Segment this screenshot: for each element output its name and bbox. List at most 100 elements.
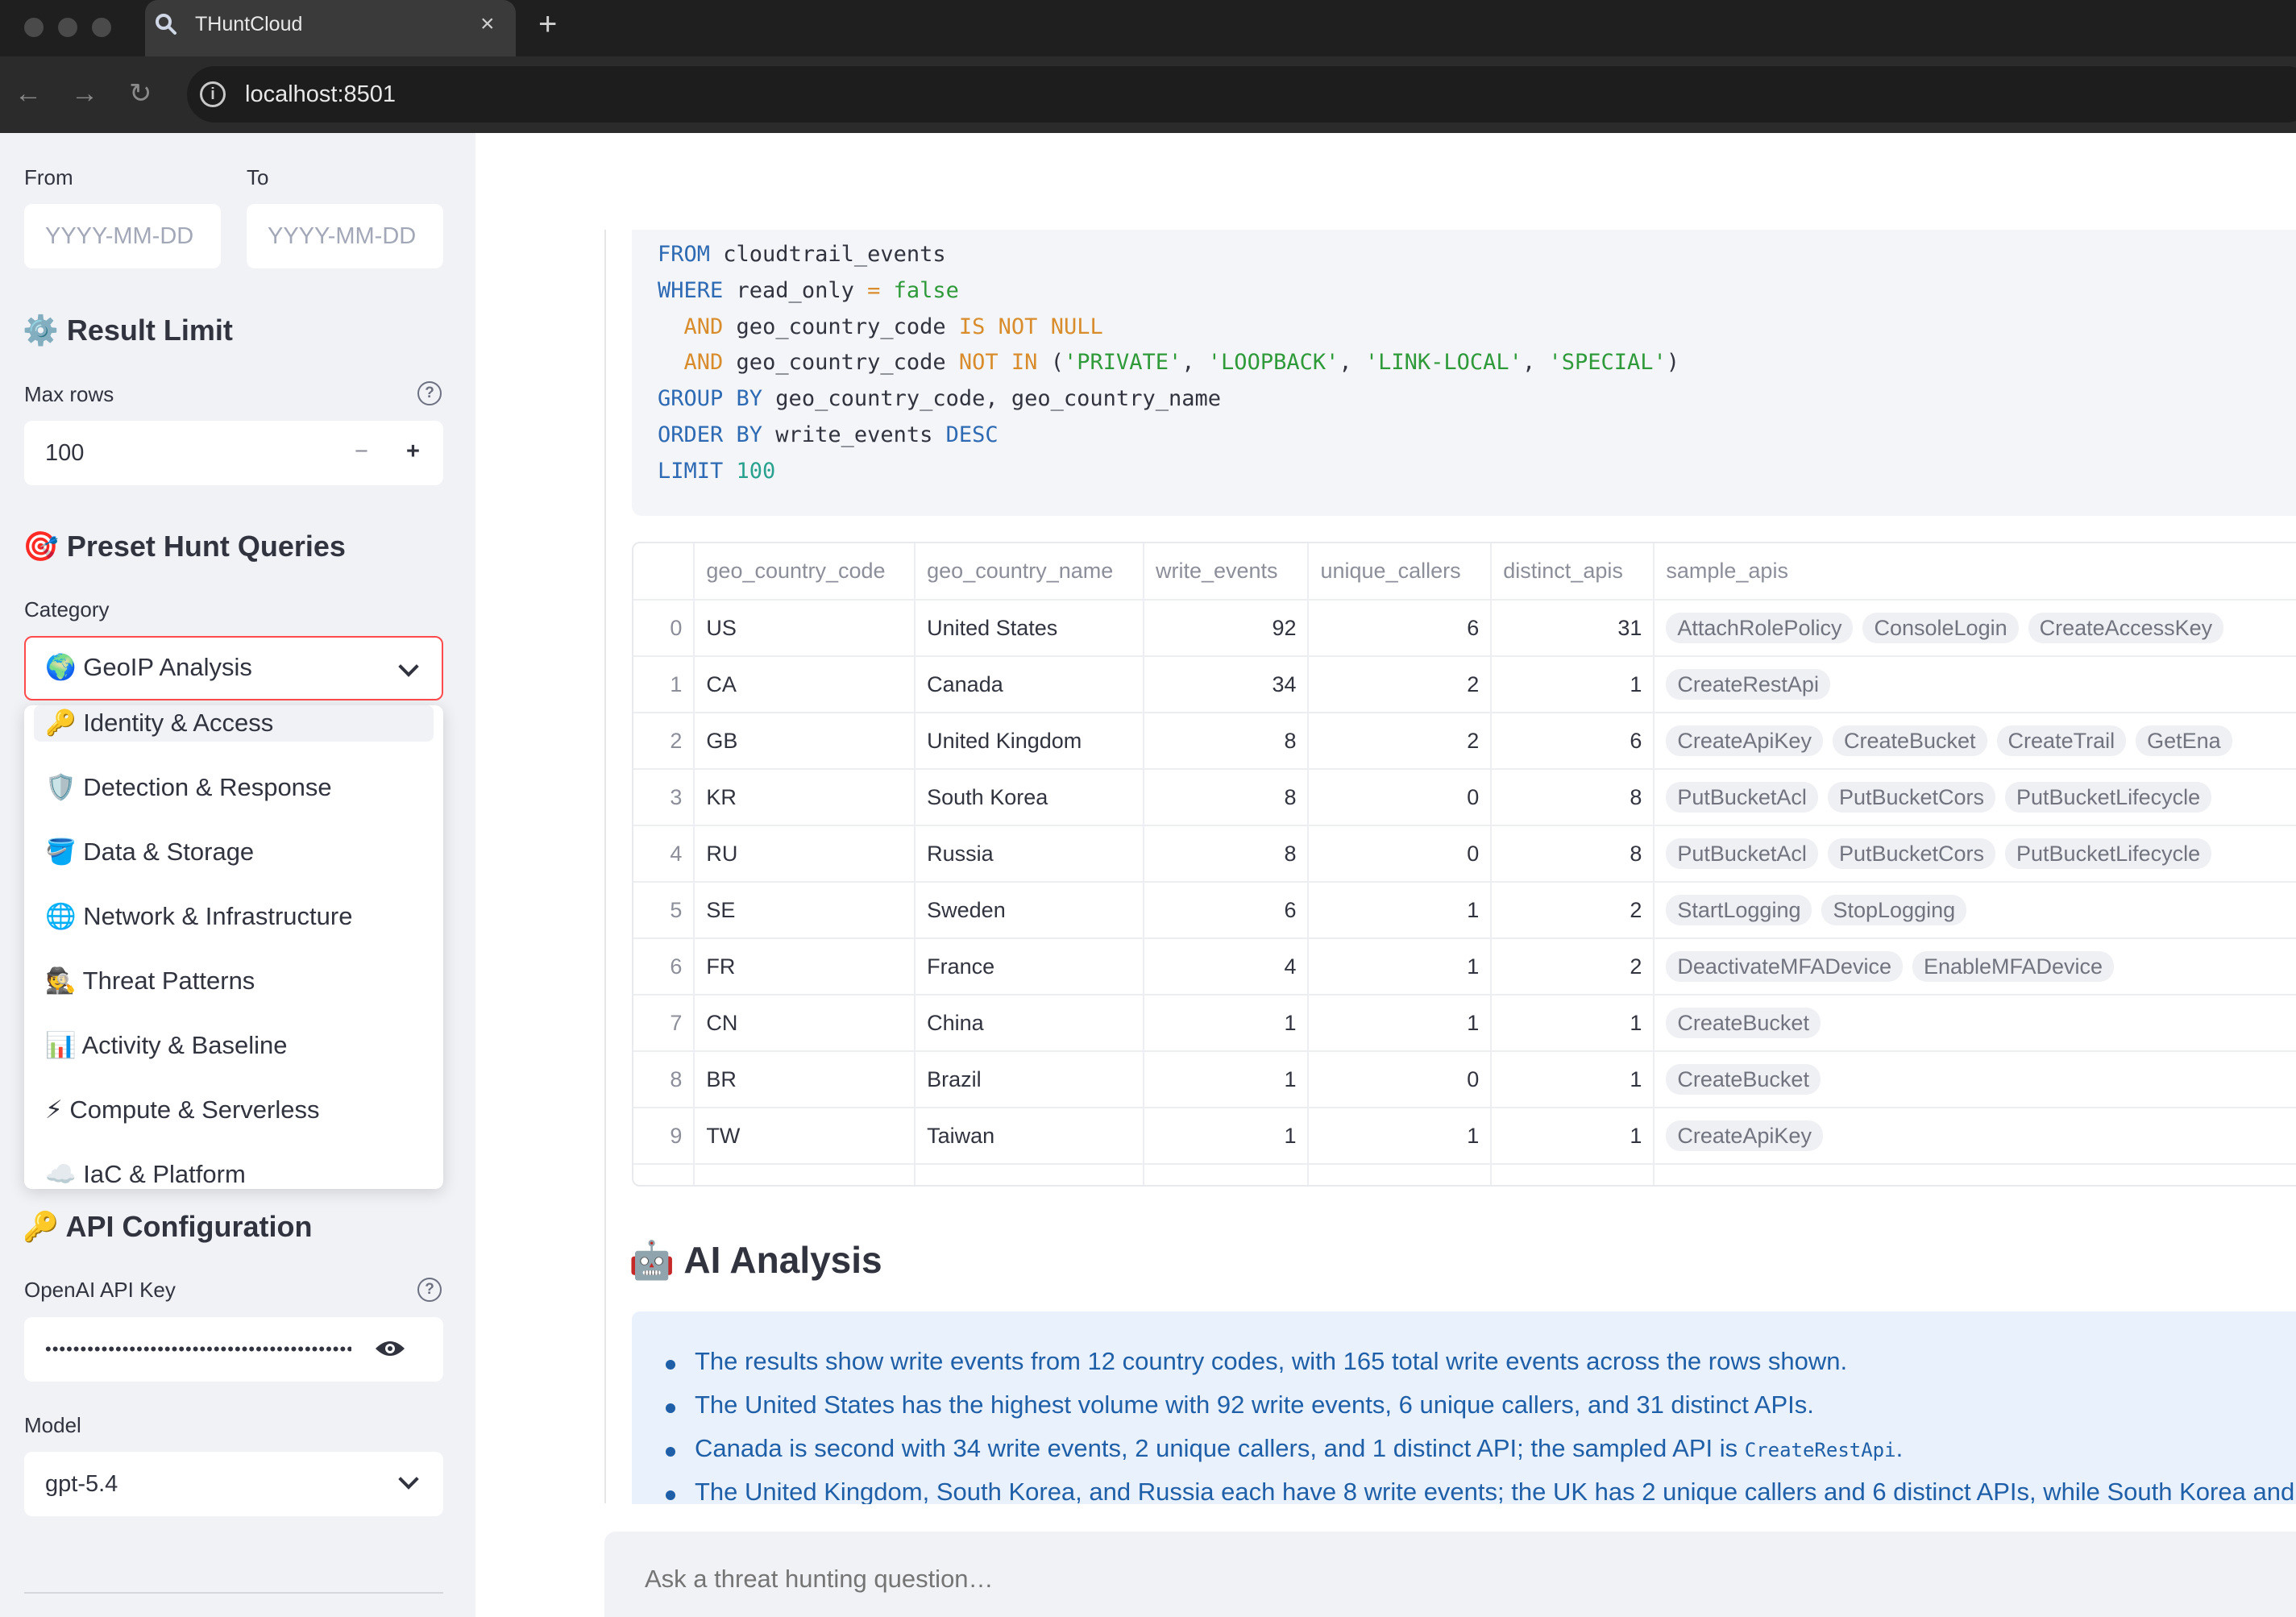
- table-row[interactable]: 2 GB United Kingdom 8 2 6 CreateApiKey CreateBu…: [633, 713, 2296, 770]
- cell-distinct-apis[interactable]: 1: [1491, 656, 1655, 713]
- cell-distinct-apis[interactable]: 8: [1491, 769, 1655, 826]
- api-key-help-icon[interactable]: ?: [417, 1278, 442, 1302]
- cell-unique-callers[interactable]: 0: [1308, 769, 1493, 826]
- row-index[interactable]: 1: [633, 656, 695, 713]
- window-zoom-dot[interactable]: [92, 18, 111, 37]
- cell-distinct-apis[interactable]: 2: [1491, 882, 1655, 939]
- cell-distinct-apis[interactable]: 1: [1491, 995, 1655, 1052]
- cell-country-code[interactable]: RU: [694, 825, 916, 883]
- row-index[interactable]: 8: [633, 1051, 695, 1108]
- table-row[interactable]: 3 KR South Korea 8 0 8 PutBucketAcl PutBucketCo…: [633, 769, 2296, 826]
- cell-country-name[interactable]: Brazil: [915, 1051, 1144, 1108]
- cell-sample-apis[interactable]: CreateBucket: [1654, 1051, 2296, 1108]
- cell-country-name[interactable]: United States: [915, 600, 1144, 657]
- table-row[interactable]: 7 CN China 1 1 1 CreateBucket: [633, 995, 2296, 1052]
- column-header-geo-country-code[interactable]: geo_country_code: [694, 543, 916, 601]
- window-close-dot[interactable]: [24, 18, 44, 37]
- tab-close-icon[interactable]: ×: [480, 10, 495, 39]
- table-row[interactable]: 6 FR France 4 1 2 DeactivateMFADevice EnableMFA…: [633, 938, 2296, 996]
- cell-unique-callers[interactable]: 1: [1308, 882, 1493, 939]
- url-text[interactable]: localhost:8501: [245, 80, 396, 109]
- cell-country-code[interactable]: FR: [694, 938, 916, 996]
- cell-country-name[interactable]: Taiwan: [915, 1108, 1144, 1165]
- cell-country-name[interactable]: United Kingdom: [915, 713, 1144, 770]
- cell-unique-callers[interactable]: 1: [1308, 995, 1493, 1052]
- eye-icon[interactable]: [374, 1336, 406, 1361]
- cell-sample-apis[interactable]: PutBucketAcl PutBucketCors PutBucketLifecy…: [1654, 769, 2296, 826]
- option-identity-access[interactable]: 🔑 Identity & Access: [45, 707, 273, 739]
- cell-distinct-apis[interactable]: 8: [1491, 825, 1655, 883]
- table-row[interactable]: 9 TW Taiwan 1 1 1 CreateApiKey: [633, 1108, 2296, 1165]
- cell-sample-apis[interactable]: StartLogging StopLogging: [1654, 882, 2296, 939]
- cell-write-events[interactable]: 6: [1143, 882, 1310, 939]
- cell-country-name[interactable]: China: [915, 995, 1144, 1052]
- results-dataframe[interactable]: geo_country_code geo_country_name write_…: [632, 542, 2296, 1187]
- option-data-storage[interactable]: 🪣 Data & Storage: [45, 836, 254, 868]
- table-row[interactable]: 8 BR Brazil 1 0 1 CreateBucket: [633, 1051, 2296, 1108]
- cell-sample-apis[interactable]: CreateRestApi: [1654, 656, 2296, 713]
- row-index[interactable]: 3: [633, 769, 695, 826]
- option-network-infrastructure[interactable]: 🌐 Network & Infrastructure: [45, 900, 352, 933]
- cell-country-name[interactable]: France: [915, 938, 1144, 996]
- table-row[interactable]: 1 CA Canada 34 2 1 CreateRestApi: [633, 656, 2296, 713]
- cell-sample-apis[interactable]: CreateApiKey CreateBucket CreateTrail GetEn…: [1654, 713, 2296, 770]
- site-info-icon[interactable]: i: [200, 81, 226, 107]
- cell-write-events[interactable]: 92: [1143, 600, 1310, 657]
- cell-country-name[interactable]: Russia: [915, 825, 1144, 883]
- cell-country-code[interactable]: GB: [694, 713, 916, 770]
- cell-unique-callers[interactable]: 1: [1308, 1108, 1493, 1165]
- cell-sample-apis[interactable]: CreateBucket: [1654, 995, 2296, 1052]
- cell-country-name[interactable]: South Korea: [915, 769, 1144, 826]
- cell-country-code[interactable]: US: [694, 600, 916, 657]
- chat-input[interactable]: [645, 1563, 1854, 1595]
- column-header-sample-apis[interactable]: sample_apis: [1654, 543, 2296, 601]
- forward-arrow-icon[interactable]: →: [71, 77, 98, 110]
- row-index[interactable]: 6: [633, 938, 695, 996]
- option-detection-response[interactable]: 🛡️ Detection & Response: [45, 771, 332, 804]
- column-header-distinct-apis[interactable]: distinct_apis: [1491, 543, 1655, 601]
- column-header-unique-callers[interactable]: unique_callers: [1308, 543, 1493, 601]
- max-rows-help-icon[interactable]: ?: [417, 381, 442, 405]
- column-header-geo-country-name[interactable]: geo_country_name: [915, 543, 1144, 601]
- new-tab-icon[interactable]: +: [538, 5, 557, 44]
- cell-distinct-apis[interactable]: 2: [1491, 938, 1655, 996]
- row-index[interactable]: 2: [633, 713, 695, 770]
- row-index[interactable]: 9: [633, 1108, 695, 1165]
- back-arrow-icon[interactable]: ←: [15, 77, 42, 110]
- cell-write-events[interactable]: 1: [1143, 1051, 1310, 1108]
- cell-write-events[interactable]: 8: [1143, 769, 1310, 826]
- column-header-write-events[interactable]: write_events: [1143, 543, 1310, 601]
- max-rows-stepper[interactable]: [24, 421, 443, 485]
- cell-country-code[interactable]: KR: [694, 769, 916, 826]
- cell-write-events[interactable]: 1: [1143, 1108, 1310, 1165]
- cell-unique-callers[interactable]: 2: [1308, 656, 1493, 713]
- window-minimize-dot[interactable]: [58, 18, 77, 37]
- cell-unique-callers[interactable]: 6: [1308, 600, 1493, 657]
- cell-sample-apis[interactable]: DeactivateMFADevice EnableMFADevice: [1654, 938, 2296, 996]
- cell-country-code[interactable]: BR: [694, 1051, 916, 1108]
- reload-icon[interactable]: ↻: [129, 77, 152, 110]
- cell-distinct-apis[interactable]: 1: [1491, 1108, 1655, 1165]
- cell-write-events[interactable]: 8: [1143, 825, 1310, 883]
- cell-unique-callers[interactable]: 2: [1308, 713, 1493, 770]
- cell-write-events[interactable]: 34: [1143, 656, 1310, 713]
- option-compute-serverless[interactable]: ⚡ Compute & Serverless: [45, 1094, 320, 1126]
- table-row[interactable]: 5 SE Sweden 6 1 2 StartLogging StopLogging: [633, 882, 2296, 939]
- cell-write-events[interactable]: 4: [1143, 938, 1310, 996]
- cell-distinct-apis[interactable]: 1: [1491, 1051, 1655, 1108]
- cell-unique-callers[interactable]: 0: [1308, 825, 1493, 883]
- increment-button[interactable]: +: [406, 437, 420, 466]
- row-index[interactable]: 0: [633, 600, 695, 657]
- cell-country-code[interactable]: CN: [694, 995, 916, 1052]
- omnibox[interactable]: [187, 66, 2296, 123]
- cell-country-name[interactable]: Canada: [915, 656, 1144, 713]
- row-index[interactable]: 4: [633, 825, 695, 883]
- table-row[interactable]: 0 US United States 92 6 31 AttachRolePolicy Con…: [633, 600, 2296, 657]
- cell-unique-callers[interactable]: 1: [1308, 938, 1493, 996]
- cell-country-code[interactable]: TW: [694, 1108, 916, 1165]
- cell-unique-callers[interactable]: 0: [1308, 1051, 1493, 1108]
- column-header-index[interactable]: [633, 543, 695, 601]
- cell-sample-apis[interactable]: AttachRolePolicy ConsoleLogin CreateAccess…: [1654, 600, 2296, 657]
- option-activity-baseline[interactable]: 📊 Activity & Baseline: [45, 1029, 288, 1062]
- option-iac-platform[interactable]: ☁️ IaC & Platform: [45, 1158, 246, 1189]
